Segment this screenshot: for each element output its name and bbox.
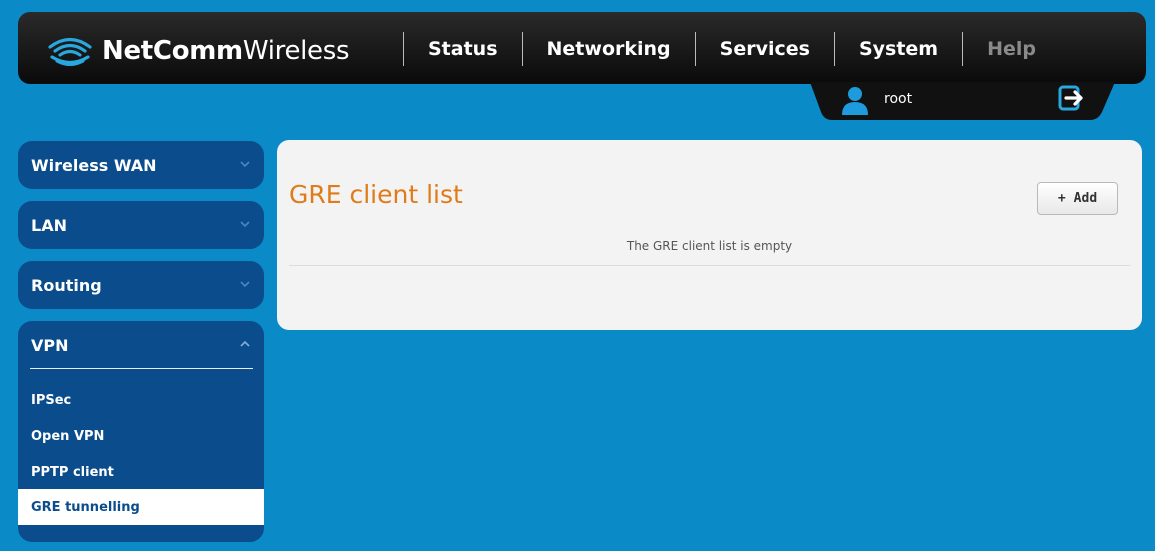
chevron-down-icon (240, 161, 250, 168)
sidebar-group-lan: LAN (18, 201, 264, 249)
nav-help[interactable]: Help (963, 38, 1060, 60)
sidebar-group-vpn: VPN IPSec Open VPN PPTP client GRE tunne… (18, 321, 264, 542)
add-button[interactable]: + Add (1037, 182, 1118, 215)
chevron-down-icon (240, 221, 250, 228)
top-header: NetCommWireless Status Networking Servic… (18, 12, 1146, 84)
vpn-divider (30, 368, 253, 369)
sidebar-item-lan[interactable]: LAN (18, 201, 264, 249)
add-button-label: Add (1073, 191, 1098, 206)
nav-system[interactable]: System (835, 38, 962, 60)
sidebar-item-routing[interactable]: Routing (18, 261, 264, 309)
netcomm-logo[interactable]: NetCommWireless (48, 34, 350, 68)
nav-services[interactable]: Services (696, 38, 834, 60)
sidebar-item-wireless-wan[interactable]: Wireless WAN (18, 141, 264, 189)
wifi-logo-icon (48, 37, 92, 66)
plus-icon: + (1057, 191, 1066, 206)
brand-name: NetCommWireless (102, 36, 350, 66)
username: root (884, 91, 913, 107)
sidebar-group-label: Wireless WAN (31, 155, 157, 175)
brand-name-bold: NetComm (102, 36, 243, 66)
nav-status[interactable]: Status (404, 38, 522, 60)
panel-divider (289, 265, 1130, 266)
brand-name-light: Wireless (242, 36, 350, 66)
sidebar-item-open-vpn[interactable]: Open VPN (18, 418, 264, 454)
sidebar-group-label: LAN (31, 215, 67, 235)
sidebar-item-vpn[interactable]: VPN (18, 321, 264, 369)
nav-networking[interactable]: Networking (523, 38, 695, 60)
sidebar-group-label: VPN (31, 335, 69, 355)
empty-list-message: The GRE client list is empty (626, 239, 793, 253)
page-title: GRE client list (289, 180, 463, 209)
chevron-down-icon (240, 281, 250, 288)
sidebar-group-label: Routing (31, 275, 102, 295)
content-panel: GRE client list + Add The GRE client lis… (277, 140, 1142, 330)
chevron-up-icon (240, 340, 250, 347)
sidebar-item-pptp-client[interactable]: PPTP client (18, 454, 264, 490)
sidebar-item-gre-tunnelling[interactable]: GRE tunnelling (18, 489, 264, 525)
logout-icon[interactable] (1057, 84, 1085, 112)
sidebar-group-routing: Routing (18, 261, 264, 309)
sidebar-group-wireless-wan: Wireless WAN (18, 141, 264, 189)
user-bar: root (810, 82, 1115, 120)
user-avatar-icon (842, 87, 868, 115)
main-nav: Status Networking Services System Help (403, 32, 1060, 66)
sidebar-item-ipsec[interactable]: IPSec (18, 382, 264, 418)
